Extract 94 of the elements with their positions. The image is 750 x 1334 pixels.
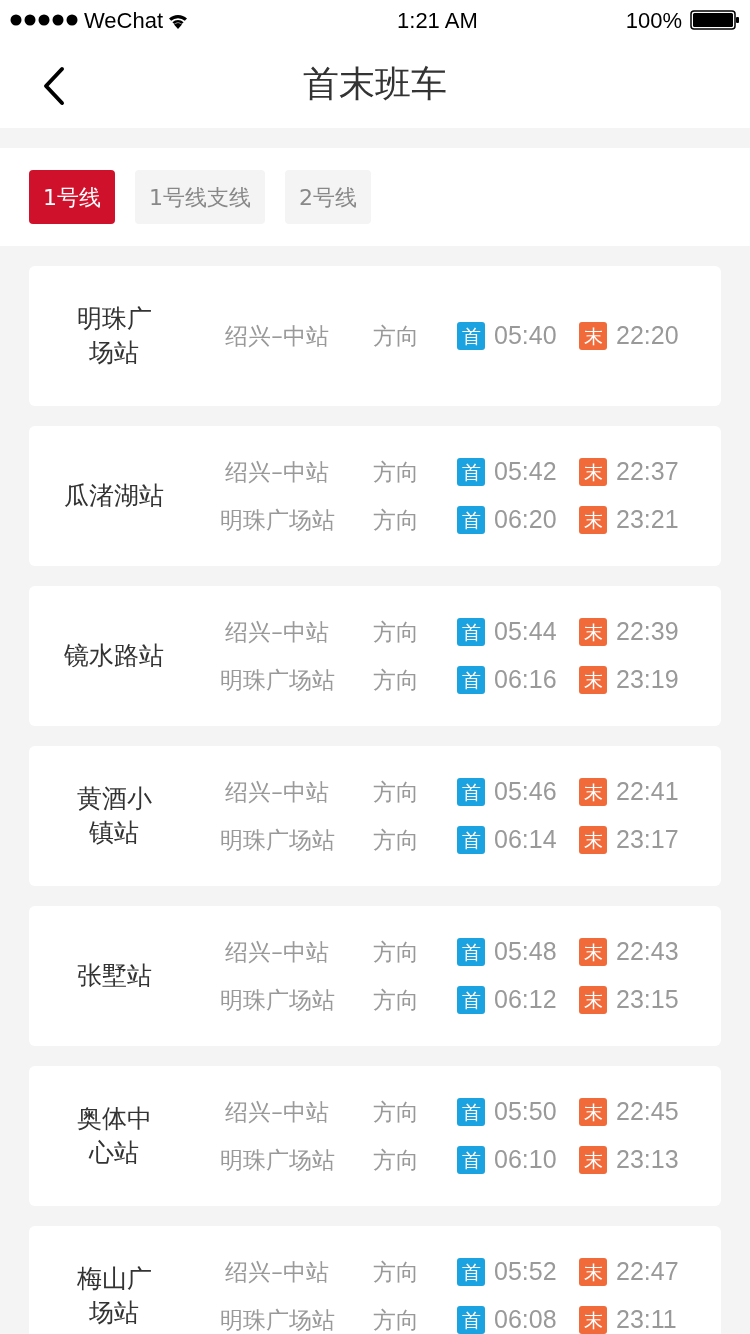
station-name: 明珠广场站 (75, 303, 153, 369)
first-train-time: 05:50 (494, 1096, 558, 1128)
last-train-time: 22:41 (616, 776, 680, 808)
first-train-badge: 首 (457, 986, 485, 1014)
direction-name: 绍兴–中站 (224, 777, 330, 807)
first-train-time: 05:42 (494, 456, 558, 488)
direction-label: 方向 (373, 777, 420, 807)
first-train-badge: 首 (457, 618, 485, 646)
direction-name: 明珠广场站 (218, 825, 336, 855)
last-train-badge: 末 (579, 1098, 607, 1126)
direction-label: 方向 (373, 825, 420, 855)
first-train-time: 06:20 (494, 504, 558, 536)
line-tab[interactable]: 2号线 (285, 170, 371, 224)
station-name: 梅山广场站 (75, 1263, 153, 1329)
direction-label: 方向 (373, 1305, 420, 1334)
first-train-time: 05:46 (494, 776, 558, 808)
battery-percent: 100% (625, 6, 682, 35)
first-train-badge: 首 (457, 778, 485, 806)
first-train-badge: 首 (457, 666, 485, 694)
direction-label: 方向 (373, 457, 420, 487)
last-train-time: 22:20 (616, 320, 680, 352)
direction-label: 方向 (373, 1257, 420, 1287)
last-train-badge: 末 (579, 1306, 607, 1334)
last-train-time: 23:13 (616, 1144, 680, 1176)
direction-label: 方向 (373, 985, 420, 1015)
direction-name: 绍兴–中站 (224, 1097, 330, 1127)
direction-label: 方向 (373, 937, 420, 967)
first-train-badge: 首 (457, 826, 485, 854)
last-train-time: 23:19 (616, 664, 680, 696)
station-name: 奥体中心站 (75, 1103, 153, 1169)
direction-name: 明珠广场站 (218, 1305, 336, 1334)
first-train-badge: 首 (457, 1098, 485, 1126)
last-train-time: 22:45 (616, 1096, 680, 1128)
last-train-badge: 末 (579, 666, 607, 694)
first-train-badge: 首 (457, 506, 485, 534)
last-train-badge: 末 (579, 986, 607, 1014)
line-tab[interactable]: 1号线支线 (135, 170, 265, 224)
last-train-time: 23:15 (616, 984, 680, 1016)
page-title: 首末班车 (303, 62, 447, 106)
first-train-time: 05:48 (494, 936, 558, 968)
last-train-time: 23:11 (616, 1304, 678, 1334)
first-train-time: 06:16 (494, 664, 558, 696)
first-train-badge: 首 (457, 1306, 485, 1334)
direction-label: 方向 (373, 1097, 420, 1127)
first-train-badge: 首 (457, 1258, 485, 1286)
station-name: 镜水路站 (63, 640, 165, 673)
last-train-time: 22:47 (616, 1256, 680, 1288)
direction-name: 绍兴–中站 (224, 1257, 330, 1287)
last-train-badge: 末 (579, 1146, 607, 1174)
last-train-time: 23:21 (616, 504, 680, 536)
last-train-badge: 末 (579, 618, 607, 646)
last-train-badge: 末 (579, 826, 607, 854)
first-train-time: 06:12 (494, 984, 558, 1016)
first-train-time: 06:10 (494, 1144, 558, 1176)
last-train-badge: 末 (579, 938, 607, 966)
first-train-time: 05:40 (494, 320, 558, 352)
direction-label: 方向 (373, 321, 420, 351)
first-train-time: 05:44 (494, 616, 558, 648)
first-train-badge: 首 (457, 938, 485, 966)
signal-icon (10, 14, 80, 26)
direction-name: 明珠广场站 (218, 985, 336, 1015)
direction-name: 明珠广场站 (218, 1145, 336, 1175)
status-time: 1:21 AM (397, 6, 478, 35)
direction-label: 方向 (373, 665, 420, 695)
direction-name: 绍兴–中站 (224, 617, 330, 647)
first-train-time: 05:52 (494, 1256, 558, 1288)
station-name: 黄酒小镇站 (75, 783, 153, 849)
direction-label: 方向 (373, 505, 420, 535)
first-train-badge: 首 (457, 322, 485, 350)
direction-name: 绍兴–中站 (224, 457, 330, 487)
last-train-badge: 末 (579, 1258, 607, 1286)
direction-label: 方向 (373, 617, 420, 647)
direction-name: 明珠广场站 (218, 665, 336, 695)
last-train-badge: 末 (579, 506, 607, 534)
last-train-time: 23:17 (616, 824, 680, 856)
first-train-time: 06:14 (494, 824, 558, 856)
first-train-badge: 首 (457, 1146, 485, 1174)
last-train-badge: 末 (579, 778, 607, 806)
station-name: 张墅站 (75, 960, 153, 993)
carrier-name: WeChat (84, 6, 164, 35)
line-tab[interactable]: 1号线 (29, 170, 115, 224)
last-train-time: 22:43 (616, 936, 680, 968)
first-train-time: 06:08 (494, 1304, 558, 1334)
direction-name: 绍兴–中站 (224, 937, 330, 967)
direction-name: 绍兴–中站 (224, 321, 330, 351)
station-name: 瓜渚湖站 (63, 480, 165, 513)
last-train-badge: 末 (579, 322, 607, 350)
last-train-time: 22:37 (616, 456, 680, 488)
direction-name: 明珠广场站 (218, 505, 336, 535)
battery-icon (690, 10, 740, 30)
first-train-badge: 首 (457, 458, 485, 486)
direction-label: 方向 (373, 1145, 420, 1175)
last-train-badge: 末 (579, 458, 607, 486)
last-train-time: 22:39 (616, 616, 680, 648)
